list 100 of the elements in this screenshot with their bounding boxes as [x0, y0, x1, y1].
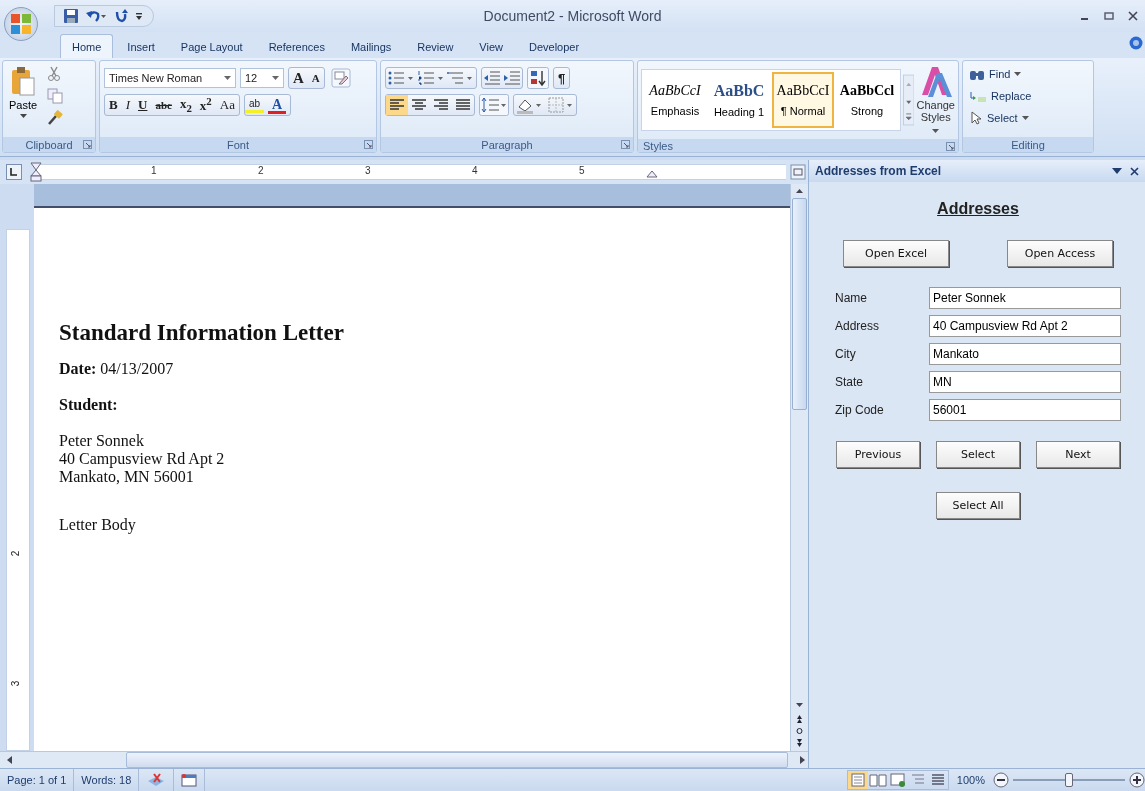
- ribbon-tab[interactable]: View: [467, 34, 515, 58]
- pane-heading: Addresses: [937, 200, 1019, 218]
- close-icon[interactable]: [1127, 10, 1139, 22]
- group-label: Font: [227, 138, 249, 151]
- style-preview: AaBbCcI: [649, 83, 701, 99]
- format-button[interactable]: U: [134, 95, 152, 115]
- zoom-slider-thumb[interactable]: [1065, 773, 1073, 787]
- grow-font-button[interactable]: A: [289, 68, 308, 88]
- change-styles-button[interactable]: Change Styles: [916, 65, 955, 135]
- font-size-field[interactable]: 12: [240, 68, 284, 88]
- open-button[interactable]: Open Access: [1007, 240, 1113, 267]
- style-item[interactable]: AaBbCcI ¶ Normal: [772, 72, 834, 128]
- pane-menu-icon[interactable]: [1112, 167, 1122, 175]
- replace-icon: [969, 89, 987, 103]
- office-logo-icon: [8, 11, 34, 37]
- web-view-icon[interactable]: [887, 771, 908, 789]
- customize-icon[interactable]: [135, 10, 143, 22]
- caret-icon: [272, 76, 279, 80]
- paste-button[interactable]: Paste: [7, 64, 40, 120]
- caret-icon: [1014, 72, 1022, 76]
- zoom-in-icon[interactable]: [1129, 772, 1145, 788]
- decrease-indent-icon[interactable]: [482, 68, 502, 88]
- format-button[interactable]: Aa: [215, 95, 239, 115]
- right-indent-marker-icon[interactable]: [646, 170, 658, 178]
- format-button[interactable]: B: [105, 95, 122, 115]
- format-button[interactable]: I: [121, 95, 134, 115]
- reading-view-icon[interactable]: [867, 771, 888, 789]
- zoom-level[interactable]: 100%: [956, 774, 985, 786]
- help-icon[interactable]: [1129, 36, 1143, 50]
- redo-icon[interactable]: [113, 8, 129, 24]
- format-button[interactable]: A: [268, 96, 287, 114]
- address-field[interactable]: Mankato: [929, 343, 1121, 365]
- scroll-thumb[interactable]: [126, 752, 788, 768]
- cut-icon[interactable]: [47, 66, 62, 82]
- nav-button[interactable]: Next: [1036, 441, 1120, 468]
- clear-formatting-icon[interactable]: [330, 68, 351, 88]
- dialog-launcher-icon[interactable]: [946, 142, 955, 151]
- dialog-launcher-icon[interactable]: [364, 140, 373, 149]
- style-preview: AaBbC: [713, 82, 765, 100]
- align-left-icon[interactable]: [386, 95, 408, 115]
- vertical-scrollbar[interactable]: [790, 184, 808, 751]
- indent-marker-icon[interactable]: [30, 162, 42, 182]
- ruler-number: 3: [10, 680, 22, 687]
- shrink-font-button[interactable]: A: [307, 68, 324, 88]
- format-painter-icon[interactable]: [47, 110, 64, 126]
- dialog-launcher-icon[interactable]: [83, 140, 92, 149]
- restore-icon[interactable]: [1103, 10, 1115, 22]
- select-button[interactable]: Select: [969, 108, 1087, 128]
- print-view-icon[interactable]: [847, 771, 868, 789]
- page-count[interactable]: Page: 1 of 1: [0, 769, 75, 791]
- ribbon-tab[interactable]: Page Layout: [168, 34, 255, 58]
- word-count[interactable]: Words: 18: [74, 769, 140, 791]
- tab-selector-icon[interactable]: [6, 164, 22, 180]
- show-marks-button[interactable]: ¶: [553, 67, 571, 89]
- sort-icon[interactable]: [527, 67, 549, 89]
- macro-icon[interactable]: [181, 773, 198, 787]
- open-button[interactable]: Open Excel: [843, 240, 949, 267]
- ribbon-tab[interactable]: Review: [405, 34, 466, 58]
- increase-indent-icon[interactable]: [502, 68, 522, 88]
- horizontal-scrollbar[interactable]: [0, 751, 808, 768]
- find-button[interactable]: Find: [969, 64, 1087, 84]
- office-button[interactable]: [4, 7, 38, 41]
- ribbon-tab[interactable]: Mailings: [338, 34, 404, 58]
- letter-body: Letter Body: [59, 516, 137, 534]
- select-all-button[interactable]: Select All: [936, 492, 1020, 519]
- ribbon-tab[interactable]: Developer: [517, 34, 592, 58]
- caret-icon: [224, 76, 231, 80]
- ribbon-tab[interactable]: References: [256, 34, 337, 58]
- group-label: Paragraph: [481, 138, 533, 151]
- undo-icon[interactable]: [85, 8, 107, 24]
- field-label: Address: [835, 319, 881, 333]
- group-label: Styles: [643, 139, 673, 152]
- format-button[interactable]: x$^{2}$: [195, 95, 216, 115]
- caret-icon: [1021, 116, 1029, 120]
- style-name: ¶ Normal: [780, 105, 826, 117]
- close-icon[interactable]: [1130, 166, 1139, 176]
- format-button[interactable]: x$_{2}$: [175, 95, 196, 115]
- style-preview: AaBbCcI: [776, 83, 830, 99]
- format-button[interactable]: abc: [151, 95, 176, 115]
- style-name: Strong: [850, 105, 884, 117]
- save-icon[interactable]: [63, 8, 79, 24]
- address-field[interactable]: 40 Campusview Rd Apt 2: [929, 315, 1121, 337]
- zoom-out-icon[interactable]: [993, 772, 1009, 788]
- style-preview: AaBbCcl: [839, 83, 895, 99]
- ribbon-tab[interactable]: Home: [60, 34, 114, 58]
- numbering-icon[interactable]: [416, 68, 446, 88]
- nav-button[interactable]: Select: [936, 441, 1020, 468]
- line-spacing-icon[interactable]: [479, 94, 509, 116]
- replace-button[interactable]: Replace: [969, 86, 1087, 106]
- address-field[interactable]: Peter Sonnek: [929, 287, 1121, 309]
- address-field[interactable]: MN: [929, 371, 1121, 393]
- ruler-number: 2: [10, 550, 22, 557]
- font-name-field[interactable]: Times New Roman: [104, 68, 236, 88]
- format-button[interactable]: ab: [244, 97, 265, 113]
- nav-button[interactable]: Previous: [836, 441, 920, 468]
- ribbon-tab[interactable]: Insert: [115, 34, 167, 58]
- ruler-number: 2: [258, 165, 264, 176]
- address-field[interactable]: 56001: [929, 399, 1121, 421]
- dialog-launcher-icon[interactable]: [621, 140, 630, 149]
- scroll-thumb[interactable]: [792, 198, 807, 410]
